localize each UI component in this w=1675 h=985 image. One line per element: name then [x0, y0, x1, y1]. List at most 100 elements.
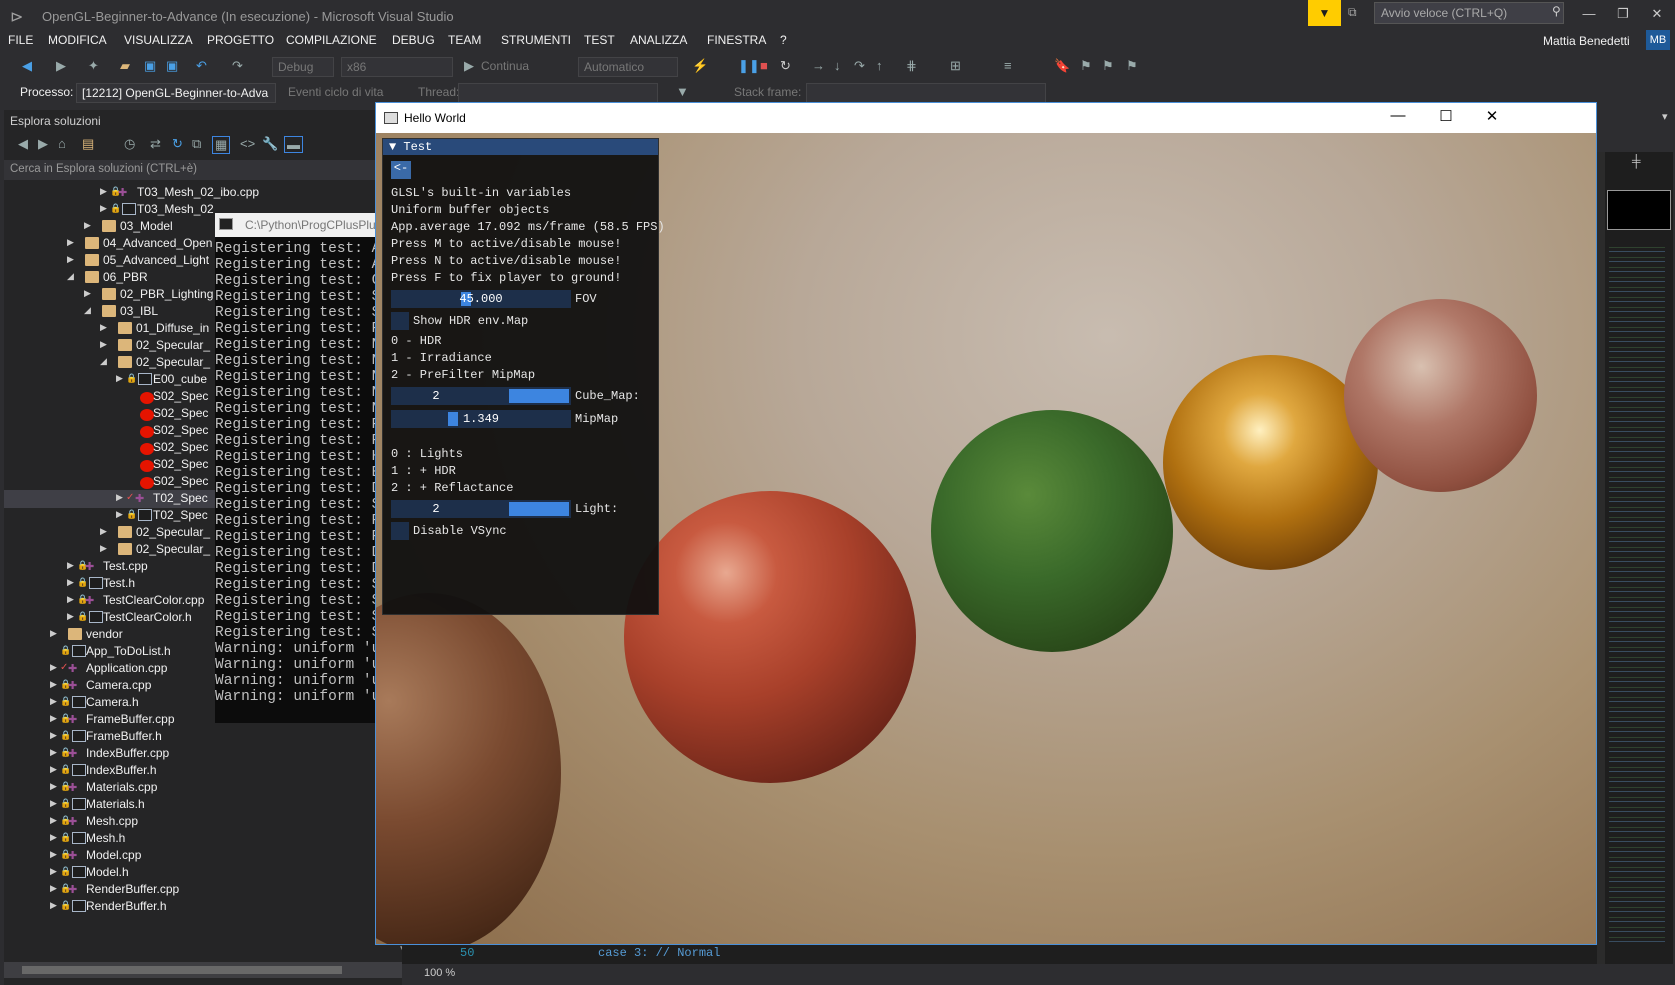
light-slider[interactable]: 2	[391, 500, 571, 518]
filter-icon[interactable]: ▼	[676, 84, 689, 99]
vertical-scrollbar[interactable]	[1597, 152, 1605, 964]
scrollbar-thumb[interactable]	[22, 966, 342, 974]
step-into-icon[interactable]: ↓	[834, 58, 841, 73]
imgui-title-bar[interactable]: ▼ Test	[383, 139, 658, 155]
save-icon[interactable]: ▣	[144, 58, 156, 74]
user-name[interactable]: Mattia Benedetti	[1543, 34, 1630, 48]
stack-frame-select[interactable]	[806, 83, 1046, 103]
tree-item[interactable]: ▶ 🔒 IndexBuffer.h	[4, 762, 398, 780]
menu-help[interactable]: ?	[780, 33, 787, 47]
menu-debug[interactable]: DEBUG	[392, 33, 435, 47]
feedback-icon[interactable]: ⧉	[1348, 5, 1357, 20]
tree-item[interactable]: ▶ 🔒 FrameBuffer.h	[4, 728, 398, 746]
restart-icon[interactable]: ↻	[780, 58, 791, 74]
restore-button[interactable]: ❐	[1606, 0, 1640, 28]
opengl-window-titlebar[interactable]: Hello World — ☐ ✕	[376, 103, 1596, 133]
menu-strumenti[interactable]: STRUMENTI	[501, 33, 571, 47]
zoom-select[interactable]: 100 %	[424, 967, 455, 979]
forward-icon[interactable]: ▶	[56, 58, 66, 74]
solution-explorer-search-input[interactable]: Cerca in Esplora soluzioni (CTRL+è)	[4, 160, 402, 180]
tree-item[interactable]: ▶ 🔒 Materials.h	[4, 796, 398, 814]
maximize-button[interactable]: ☐	[1424, 107, 1468, 129]
configuration-select[interactable]: Debug	[272, 57, 334, 77]
pause-icon[interactable]: ❚❚	[738, 58, 760, 74]
back-button[interactable]: <-	[391, 161, 411, 179]
menu-team[interactable]: TEAM	[448, 33, 481, 47]
tree-item[interactable]: ▶ 🔒 RenderBuffer.h	[4, 898, 398, 916]
quick-launch-input[interactable]: Avvio veloce (CTRL+Q)	[1374, 2, 1564, 24]
mipmap-slider[interactable]: 1.349	[391, 410, 571, 428]
tree-item[interactable]: ▶ 🔒 ✚ RenderBuffer.cpp	[4, 881, 398, 899]
continue-label[interactable]: Continua	[481, 59, 529, 73]
comment-icon[interactable]: ≡	[1004, 58, 1012, 73]
switch-views-icon[interactable]: ▤	[82, 136, 94, 152]
step-out-icon[interactable]: ↑	[876, 58, 883, 73]
menu-compilazione[interactable]: COMPILAZIONE	[286, 33, 377, 47]
menu-test[interactable]: TEST	[584, 33, 615, 47]
thread-filter-icon[interactable]: ⋕	[906, 58, 917, 74]
cubemap-slider[interactable]: 2	[391, 387, 571, 405]
menu-visualizza[interactable]: VISUALIZZA	[124, 33, 193, 47]
pending-changes-icon[interactable]: ◷	[124, 136, 135, 152]
close-button[interactable]: ✕	[1470, 107, 1514, 129]
menu-progetto[interactable]: PROGETTO	[207, 33, 274, 47]
minimap-viewport[interactable]	[1607, 190, 1671, 230]
show-next-statement-icon[interactable]: →	[812, 58, 825, 73]
thread-select[interactable]	[458, 83, 658, 103]
new-project-icon[interactable]: ✦	[88, 58, 99, 74]
back-icon[interactable]: ◀	[22, 58, 32, 74]
step-over-icon[interactable]: ↷	[854, 58, 865, 74]
fov-slider[interactable]: 45.000	[391, 290, 571, 308]
home-icon[interactable]: ⌂	[58, 136, 66, 151]
menu-finestra[interactable]: FINESTRA	[707, 33, 766, 47]
continue-icon[interactable]: ▶	[464, 58, 474, 74]
clear-bookmarks-icon[interactable]: ⚑	[1126, 58, 1138, 74]
tree-item[interactable]: ▶ 🔒 ✚ Mesh.cpp	[4, 813, 398, 831]
forward-icon[interactable]: ▶	[38, 136, 48, 152]
sync-icon[interactable]: ⇄	[150, 136, 161, 152]
console-title[interactable]: C:\Python\ProgCPlusPlu	[215, 213, 376, 237]
lifecycle-events-label[interactable]: Eventi ciclo di vita	[288, 85, 383, 99]
tree-item[interactable]: ▶ 🔒 ✚ T03_Mesh_02_ibo.cpp	[4, 184, 398, 202]
collapse-all-icon[interactable]: ⧉	[192, 136, 201, 152]
search-icon[interactable]: ⚲	[1552, 4, 1561, 18]
tree-item[interactable]: ▶ 🔒 ✚ Model.cpp	[4, 847, 398, 865]
hex-display-icon[interactable]: ⊞	[950, 58, 961, 74]
minimize-button[interactable]: —	[1376, 107, 1420, 129]
close-button[interactable]: ✕	[1640, 0, 1674, 28]
open-file-icon[interactable]: ▰	[120, 58, 130, 74]
preview-icon[interactable]: ▬	[284, 136, 303, 153]
minimize-button[interactable]: —	[1572, 0, 1606, 28]
stop-icon[interactable]: ■	[760, 58, 768, 73]
tree-item[interactable]: ▶ 🔒 Model.h	[4, 864, 398, 882]
show-all-files-icon[interactable]: ▦	[212, 136, 231, 154]
menu-analizza[interactable]: ANALIZZA	[630, 33, 687, 47]
save-all-icon[interactable]: ▣	[166, 58, 178, 74]
platform-select[interactable]: x86	[341, 57, 453, 77]
menu-modifica[interactable]: MODIFICA	[48, 33, 107, 47]
show-hdr-checkbox[interactable]	[391, 312, 409, 330]
refresh-icon[interactable]: ↻	[172, 136, 183, 152]
next-bookmark-icon[interactable]: ⚑	[1102, 58, 1114, 74]
properties-icon[interactable]: 🔧	[262, 136, 278, 152]
code-minimap[interactable]	[1605, 152, 1673, 964]
target-select[interactable]: Automatico	[578, 57, 678, 77]
notification-filter-icon[interactable]: ▼	[1308, 0, 1341, 26]
view-code-icon[interactable]: <>	[240, 136, 255, 151]
vsync-checkbox[interactable]	[391, 522, 409, 540]
tree-item[interactable]: ▶ 🔒 ✚ Materials.cpp	[4, 779, 398, 797]
prev-bookmark-icon[interactable]: ⚑	[1080, 58, 1092, 74]
hot-reload-icon[interactable]: ⚡	[692, 58, 708, 74]
dropdown-icon[interactable]: ▾	[1662, 110, 1668, 123]
split-icon[interactable]: ╪	[1632, 154, 1641, 168]
undo-icon[interactable]: ↶	[196, 58, 207, 74]
process-select[interactable]: [12212] OpenGL-Beginner-to-Adva	[76, 83, 276, 103]
tree-item[interactable]: ▶ 🔒 Mesh.h	[4, 830, 398, 848]
bookmark-icon[interactable]: 🔖	[1054, 58, 1070, 74]
menu-file[interactable]: FILE	[8, 33, 33, 47]
avatar[interactable]: MB	[1646, 30, 1670, 50]
back-icon[interactable]: ◀	[18, 136, 28, 152]
redo-icon[interactable]: ↷	[232, 58, 243, 74]
collapse-icon[interactable]: ▼	[389, 140, 403, 154]
code-editor[interactable]: 50 case 3: // Normal	[402, 944, 1597, 964]
